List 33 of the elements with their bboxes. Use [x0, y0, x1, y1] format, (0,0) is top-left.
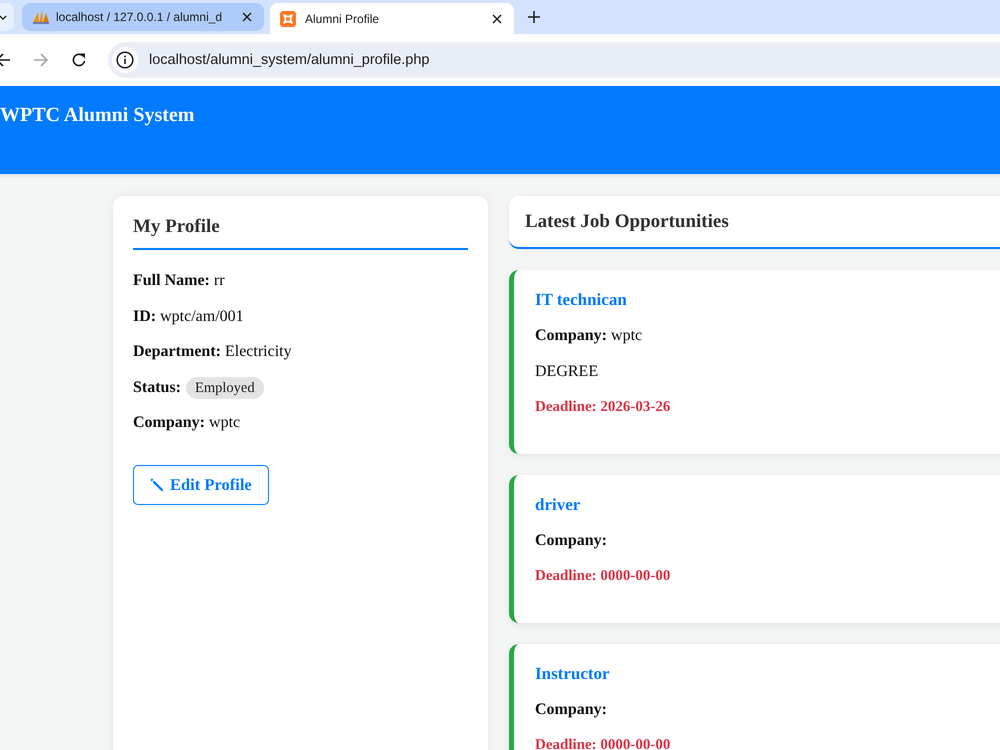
status-label: Status:	[133, 378, 182, 397]
job-deadline: Deadline: 0000-00-00	[535, 567, 672, 586]
profile-field: Company: wptc	[133, 414, 468, 432]
pencil-icon	[150, 478, 164, 492]
profile-field: Full Name: rr	[133, 272, 468, 290]
job-deadline: Deadline: 2026-03-26	[535, 398, 672, 416]
job-details: DEGREE	[535, 362, 600, 381]
close-icon	[242, 12, 252, 22]
job-company: Company: wptc	[535, 327, 644, 346]
edit-profile-button[interactable]: Edit Profile	[133, 464, 269, 504]
address-bar[interactable]: localhost/alumni_system/alumni_profile.php	[108, 42, 1000, 78]
profile-heading: My Profile	[133, 216, 468, 250]
browser-tab[interactable]: localhost / 127.0.0.1 / alumni_d	[22, 3, 264, 31]
job-title: IT technican	[535, 290, 628, 310]
job-company: Company:	[535, 700, 608, 719]
info-icon	[116, 51, 134, 69]
jobs-heading: Latest Job Opportunities	[525, 210, 729, 232]
tile-logo-icon	[280, 10, 296, 26]
job-title: driver	[535, 494, 582, 514]
close-icon	[492, 14, 502, 24]
plus-icon	[528, 11, 540, 23]
forward-arrow-icon	[33, 52, 49, 68]
chevron-down-icon	[0, 14, 7, 20]
job-title: Instructor	[535, 664, 611, 684]
job-deadline: Deadline: 0000-00-00	[535, 736, 672, 750]
site-title: WPTC Alumni System	[0, 104, 194, 127]
profile-field: Department: Electricity	[133, 343, 468, 362]
profile-field: ID: wptc/am/001	[133, 308, 468, 326]
reload-icon	[71, 52, 87, 68]
sail-logo-icon	[32, 10, 50, 24]
browser-tab[interactable]: Alumni Profile	[270, 3, 514, 34]
job-company: Company:	[535, 532, 608, 550]
status-badge: Employed	[186, 376, 264, 399]
